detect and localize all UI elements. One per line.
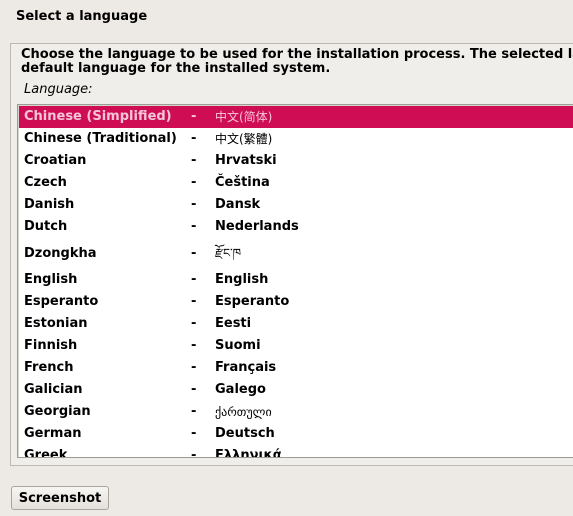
language-name: Georgian (24, 404, 91, 419)
separator: - (191, 426, 197, 441)
language-native-name: Dansk (215, 197, 261, 212)
separator: - (191, 219, 197, 234)
language-name: Estonian (24, 316, 88, 331)
language-option[interactable]: Danish - Dansk (19, 194, 573, 216)
separator: - (191, 175, 197, 190)
language-name: Danish (24, 197, 75, 212)
language-option[interactable]: Estonian - Eesti (19, 313, 573, 335)
language-name: French (24, 360, 74, 375)
language-name: Chinese (Simplified) (24, 109, 172, 124)
language-native-name: Čeština (215, 175, 270, 190)
instructions-line-2: default language for the installed syste… (21, 61, 331, 76)
language-native-name: Deutsch (215, 426, 275, 441)
language-name: Galician (24, 382, 83, 397)
instructions-line-1: Choose the language to be used for the i… (21, 47, 573, 62)
separator: - (191, 109, 197, 124)
language-option[interactable]: Croatian - Hrvatski (19, 150, 573, 172)
screenshot-button[interactable]: Screenshot (11, 486, 109, 510)
language-option[interactable]: Dzongkha - རྫོང་ཁ (19, 238, 573, 269)
language-name: German (24, 426, 82, 441)
language-name: English (24, 272, 78, 287)
separator: - (191, 197, 197, 212)
separator: - (191, 316, 197, 331)
language-name: Chinese (Traditional) (24, 131, 177, 146)
language-option[interactable]: English - English (19, 269, 573, 291)
language-native-name: Galego (215, 382, 266, 397)
language-native-name: 中文(繁體) (215, 132, 273, 146)
language-native-name: English (215, 272, 269, 287)
separator: - (191, 246, 197, 261)
language-native-name: Esperanto (215, 294, 290, 309)
separator: - (191, 404, 197, 419)
language-option[interactable]: Esperanto - Esperanto (19, 291, 573, 313)
language-option[interactable]: German - Deutsch (19, 423, 573, 445)
language-native-name: རྫོང་ཁ (215, 246, 242, 260)
language-option[interactable]: Dutch - Nederlands (19, 216, 573, 238)
separator: - (191, 382, 197, 397)
language-name: Czech (24, 175, 67, 190)
separator: - (191, 360, 197, 375)
language-option[interactable]: Finnish - Suomi (19, 335, 573, 357)
language-native-name: Suomi (215, 338, 261, 353)
language-native-name: ქართული (215, 405, 272, 419)
separator: - (191, 338, 197, 353)
language-name: Dzongkha (24, 246, 97, 261)
language-option[interactable]: Georgian - ქართული (19, 401, 573, 423)
separator: - (191, 272, 197, 287)
language-name: Croatian (24, 153, 87, 168)
language-native-name: Ελληνικά (215, 448, 282, 458)
language-native-name: Eesti (215, 316, 252, 331)
language-native-name: 中文(简体) (215, 110, 273, 124)
separator: - (191, 448, 197, 458)
separator: - (191, 131, 197, 146)
language-list[interactable]: Chinese (Simplified) - 中文(简体) Chinese (Trad… (17, 104, 573, 458)
language-field-label: Language: (24, 82, 93, 97)
language-panel: Choose the language to be used for the i… (10, 43, 573, 466)
language-option[interactable]: French - Français (19, 357, 573, 379)
language-name: Finnish (24, 338, 78, 353)
language-name: Dutch (24, 219, 68, 234)
language-name: Esperanto (24, 294, 99, 309)
language-name: Greek (24, 448, 68, 458)
language-option[interactable]: Czech - Čeština (19, 172, 573, 194)
instructions-text: Choose the language to be used for the i… (21, 48, 573, 76)
language-option[interactable]: Chinese (Traditional) - 中文(繁體) (19, 128, 573, 150)
language-native-name: Hrvatski (215, 153, 277, 168)
separator: - (191, 294, 197, 309)
language-option[interactable]: Chinese (Simplified) - 中文(简体) (19, 106, 573, 128)
language-native-name: Nederlands (215, 219, 299, 234)
language-native-name: Français (215, 360, 277, 375)
page-title: Select a language (16, 9, 148, 24)
language-option[interactable]: Galician - Galego (19, 379, 573, 401)
separator: - (191, 153, 197, 168)
language-option[interactable]: Greek - Ελληνικά (19, 445, 573, 458)
